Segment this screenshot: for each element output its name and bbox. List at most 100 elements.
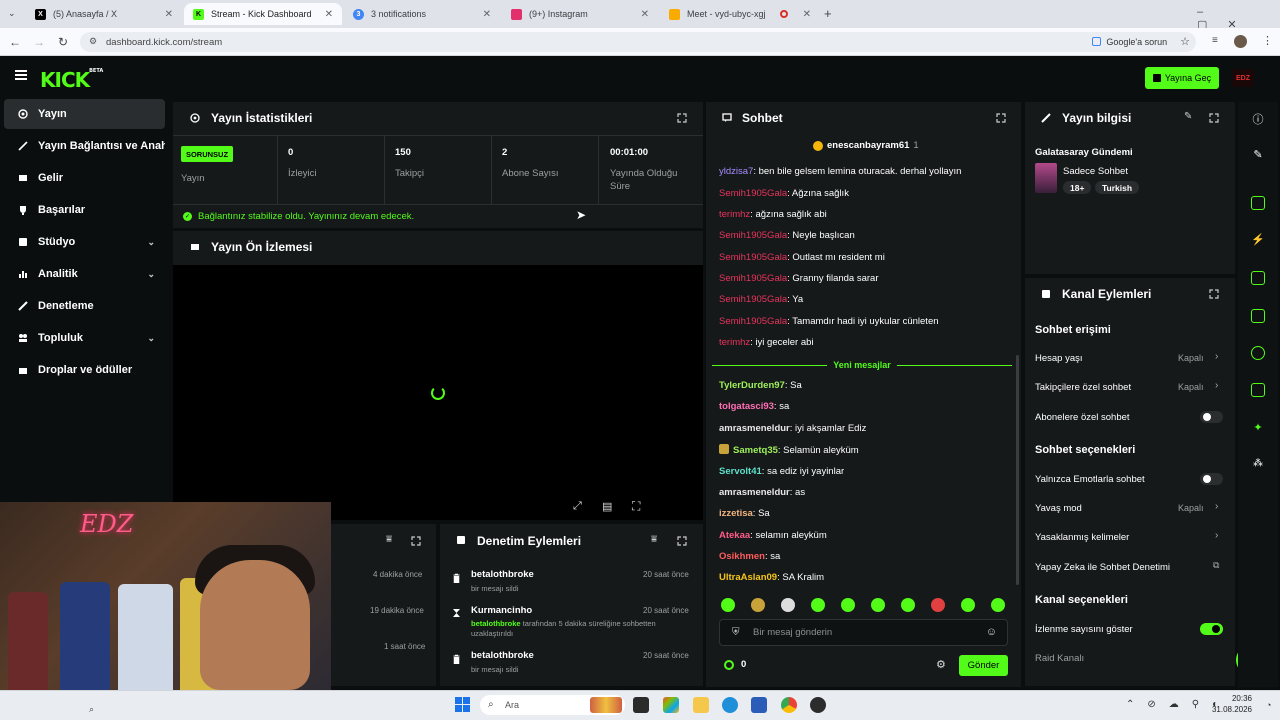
start-button[interactable]: [455, 697, 470, 712]
site-info-icon[interactable]: ⚙: [89, 36, 97, 47]
expand-icon[interactable]: [1209, 113, 1219, 123]
filter-icon[interactable]: ⩸: [386, 534, 392, 545]
chat-username[interactable]: Semih1905Gala: [719, 252, 787, 263]
lightning-icon[interactable]: ⚡: [1251, 233, 1265, 247]
widget-list-icon[interactable]: [1251, 271, 1265, 285]
chevron-right-icon[interactable]: ›: [1215, 351, 1218, 362]
chat-username[interactable]: tolgatasci93: [719, 401, 774, 412]
chat-username[interactable]: Osikhmen: [719, 551, 765, 562]
go-live-button[interactable]: Yayına Geç: [1145, 67, 1219, 89]
close-icon[interactable]: ✕: [641, 9, 649, 20]
sidebar-item-gelir[interactable]: Gelir: [4, 163, 165, 193]
external-link-icon[interactable]: ⧉: [1213, 560, 1219, 571]
chat-scrollbar[interactable]: [1016, 355, 1019, 585]
address-bar[interactable]: ⚙ dashboard.kick.com/stream: [80, 32, 1196, 52]
emoji-icon[interactable]: ☺: [986, 626, 997, 638]
chat-username[interactable]: Semih1905Gala: [719, 294, 787, 305]
forward-icon[interactable]: →: [31, 34, 47, 50]
send-button[interactable]: Gönder: [959, 655, 1008, 676]
new-tab-button[interactable]: +: [824, 6, 832, 21]
google-lens-button[interactable]: Google'a sorun ☆: [1092, 35, 1190, 48]
news-widget[interactable]: [590, 697, 622, 713]
sidebar-item-basarilar[interactable]: Başarılar: [4, 195, 165, 225]
sidebar-item-stream-key[interactable]: Yayın Bağlantısı ve Anahtarı: [4, 131, 165, 161]
chat-username[interactable]: Sametq35: [733, 445, 778, 456]
chrome-icon[interactable]: [781, 697, 797, 713]
hamburger-icon[interactable]: [15, 70, 27, 80]
sidebar-item-studyo[interactable]: Stüdyo ⌄: [4, 227, 165, 257]
tag-chip[interactable]: 18+: [1063, 181, 1092, 194]
kick-logo[interactable]: KICKBETA: [40, 68, 103, 92]
edit-icon[interactable]: ✎: [1251, 148, 1265, 162]
camera-icon[interactable]: ▤: [602, 500, 612, 513]
chevron-right-icon[interactable]: ›: [1215, 501, 1218, 512]
moderation-user[interactable]: betalothbroke: [471, 650, 534, 661]
chat-input[interactable]: ⛨ Bir mesaj gönderin ☺: [719, 619, 1008, 646]
widget-stats-icon[interactable]: [1251, 346, 1265, 360]
toggle-subscribers-only[interactable]: [1200, 411, 1223, 423]
chat-username[interactable]: amrasmeneldur: [719, 487, 790, 498]
sidebar-item-topluluk[interactable]: Topluluk ⌄: [4, 323, 165, 353]
expand-icon[interactable]: [677, 113, 687, 123]
close-icon[interactable]: ✕: [803, 9, 811, 20]
chat-username[interactable]: terimhz: [719, 337, 750, 348]
emote-icon[interactable]: [781, 598, 795, 612]
category-name[interactable]: Sadece Sohbet: [1063, 166, 1128, 177]
emote-icon[interactable]: [721, 598, 735, 612]
popout-icon[interactable]: ⤢: [573, 500, 582, 513]
chevron-right-icon[interactable]: ›: [1215, 380, 1218, 391]
expand-icon[interactable]: [411, 536, 421, 546]
browser-tab-x[interactable]: X (5) Anasayfa / X ✕: [26, 3, 182, 25]
taskbar-clock[interactable]: 20:36 31.08.2026: [1212, 693, 1252, 715]
info-icon[interactable]: ⓘ: [1251, 111, 1265, 126]
sidebar-item-droplar[interactable]: Droplar ve ödüller: [4, 355, 165, 385]
tab-search-icon[interactable]: ⌄: [8, 8, 16, 19]
browser-tab-meet[interactable]: Meet - vyd-ubyc-xgj ✕: [660, 3, 820, 25]
chat-username[interactable]: Servolt41: [719, 466, 762, 477]
chat-username[interactable]: Semih1905Gala: [719, 273, 787, 284]
notification-bell-icon[interactable]: ◔: [1266, 700, 1271, 710]
toggle-show-viewcount[interactable]: [1200, 623, 1223, 635]
user-avatar[interactable]: EDZ: [1232, 69, 1254, 87]
emote-icon[interactable]: [901, 598, 915, 612]
sidebar-item-yayin[interactable]: Yayın: [4, 99, 165, 129]
setting-ai-moderation[interactable]: Yapay Zeka ile Sohbet Denetimi: [1035, 562, 1170, 573]
moderation-user[interactable]: betalothbroke: [471, 569, 534, 580]
expand-icon[interactable]: [996, 113, 1006, 123]
chat-username[interactable]: terimhz: [719, 209, 750, 220]
extensions-icon[interactable]: ≡: [1212, 35, 1218, 46]
browser-tab-kick[interactable]: K Stream - Kick Dashboard ✕: [184, 3, 342, 25]
emote-icon[interactable]: [991, 598, 1005, 612]
edge-icon[interactable]: [722, 697, 738, 713]
expand-icon[interactable]: [1209, 289, 1219, 299]
menu-icon[interactable]: ⋮: [1262, 34, 1273, 47]
chat-username[interactable]: UltraAslan09: [719, 572, 777, 583]
chat-username[interactable]: yldzisa7: [719, 166, 753, 177]
category-thumbnail[interactable]: [1035, 163, 1057, 193]
toggle-emote-only[interactable]: [1200, 473, 1223, 485]
browser-tab-instagram[interactable]: (9+) Instagram ✕: [502, 3, 658, 25]
mic-icon[interactable]: ⌕: [89, 704, 94, 715]
tag-chip[interactable]: Turkish: [1095, 181, 1140, 194]
back-icon[interactable]: ←: [7, 34, 23, 50]
chat-username[interactable]: amrasmeneldur: [719, 423, 790, 434]
reload-icon[interactable]: ↻: [55, 34, 71, 50]
chat-username[interactable]: TylerDurden97: [719, 380, 785, 391]
emote-icon[interactable]: [841, 598, 855, 612]
setting-followers-only[interactable]: Takipçilere özel sohbet: [1035, 382, 1131, 393]
chat-username[interactable]: Semih1905Gala: [719, 188, 787, 199]
fullscreen-icon[interactable]: ⛶: [632, 499, 640, 514]
emote-icon[interactable]: [751, 598, 765, 612]
file-explorer-icon[interactable]: [693, 697, 709, 713]
emote-icon[interactable]: [961, 598, 975, 612]
chat-username[interactable]: izzetisa: [719, 508, 753, 519]
emote-icon[interactable]: [811, 598, 825, 612]
edit-icon[interactable]: ✎: [1184, 111, 1192, 122]
cluster-icon[interactable]: ⁂: [1251, 458, 1265, 472]
chat-username[interactable]: Semih1905Gala: [719, 316, 787, 327]
profile-avatar[interactable]: [1234, 35, 1247, 48]
chevron-right-icon[interactable]: ›: [1215, 530, 1218, 541]
emote-icon[interactable]: [871, 598, 885, 612]
emote-icon[interactable]: [931, 598, 945, 612]
moderation-target-user[interactable]: betalothbroke: [471, 619, 521, 628]
